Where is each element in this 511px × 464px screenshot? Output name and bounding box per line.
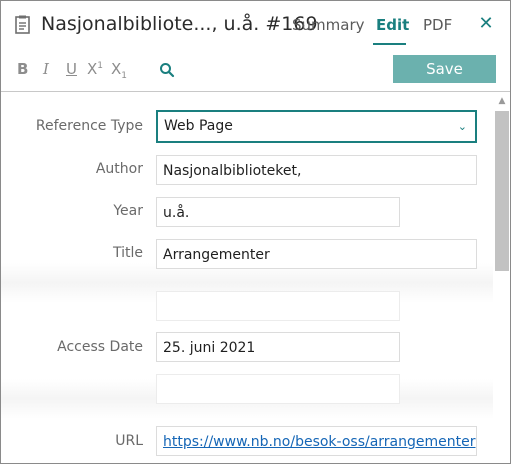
italic-button[interactable]: I bbox=[43, 60, 49, 78]
collapsed-field[interactable] bbox=[156, 374, 400, 404]
subscript-mark: 1 bbox=[121, 71, 128, 81]
reference-title: Nasjonalbibliote..., u.å. #169 bbox=[41, 13, 318, 35]
bold-button[interactable]: B bbox=[17, 60, 28, 78]
tab-pdf[interactable]: PDF bbox=[423, 16, 452, 34]
access-date-label: Access Date bbox=[57, 339, 143, 355]
reference-type-select[interactable]: Web Page ⌄ bbox=[156, 110, 477, 143]
save-button[interactable]: Save bbox=[393, 55, 496, 83]
reference-type-value: Web Page bbox=[164, 118, 233, 134]
active-tab-indicator bbox=[373, 43, 406, 45]
collapsed-field[interactable] bbox=[156, 291, 400, 321]
url-label: URL bbox=[115, 433, 143, 449]
author-field[interactable]: Nasjonalbiblioteket, bbox=[156, 155, 477, 185]
subscript-letter: X bbox=[111, 60, 122, 78]
search-icon[interactable] bbox=[159, 62, 175, 78]
reference-editor-panel: Nasjonalbibliote..., u.å. #169 Summary E… bbox=[0, 0, 511, 464]
close-icon[interactable]: ✕ bbox=[477, 14, 495, 34]
underline-button[interactable]: U bbox=[66, 60, 77, 78]
title-field[interactable]: Arrangementer bbox=[156, 239, 477, 269]
scroll-up-arrow-icon[interactable]: ▲ bbox=[494, 93, 510, 109]
tab-edit[interactable]: Edit bbox=[376, 16, 409, 34]
scrollbar-thumb[interactable] bbox=[495, 111, 509, 271]
year-label: Year bbox=[113, 203, 143, 219]
formatting-toolbar: B I U X1 X1 Save bbox=[1, 49, 510, 91]
superscript-letter: X bbox=[87, 60, 98, 78]
chevron-down-icon: ⌄ bbox=[457, 120, 467, 133]
toolbar-divider bbox=[1, 91, 510, 92]
url-link[interactable]: https://www.nb.no/besok-oss/arrangemente… bbox=[156, 426, 477, 456]
document-icon bbox=[15, 15, 30, 34]
superscript-mark: 1 bbox=[97, 61, 104, 71]
reference-type-label: Reference Type bbox=[35, 118, 143, 134]
tab-summary[interactable]: Summary bbox=[292, 16, 365, 34]
subscript-button[interactable]: X1 bbox=[111, 60, 127, 81]
title-label: Title bbox=[112, 245, 143, 261]
year-field[interactable]: u.å. bbox=[156, 197, 400, 227]
author-label: Author bbox=[95, 161, 143, 177]
superscript-button[interactable]: X1 bbox=[87, 60, 103, 78]
panel-header: Nasjonalbibliote..., u.å. #169 Summary E… bbox=[1, 1, 510, 49]
access-date-field[interactable]: 25. juni 2021 bbox=[156, 332, 400, 362]
